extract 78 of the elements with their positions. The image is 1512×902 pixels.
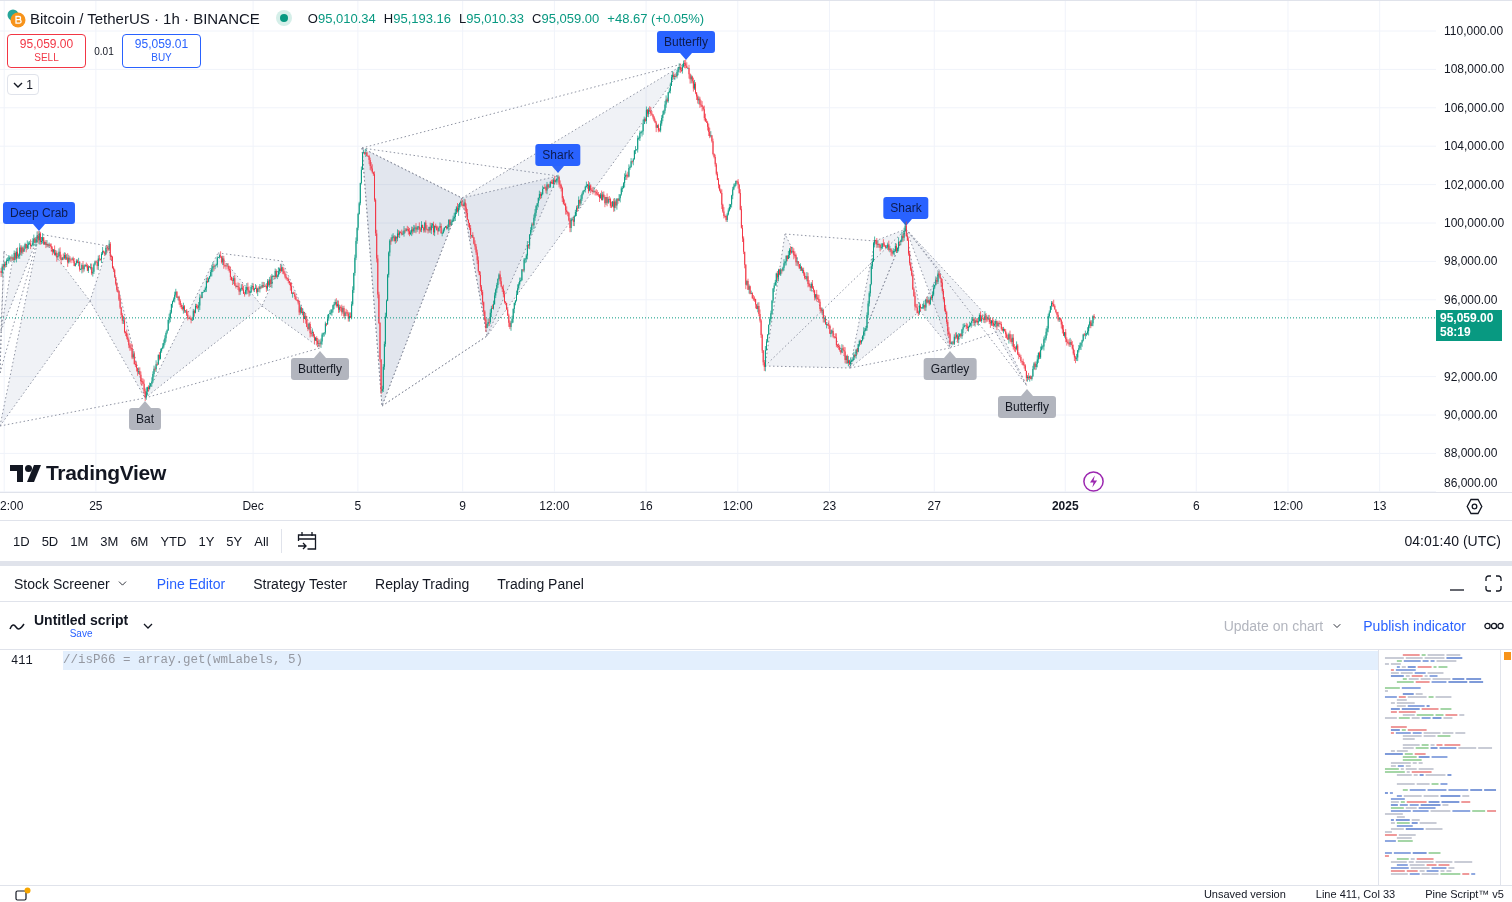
time-axis-label: 16 xyxy=(639,499,653,513)
price-axis-label: 96,000.00 xyxy=(1444,291,1498,308)
ohlc-value: 95,010.34 xyxy=(317,10,376,26)
calendar-icon[interactable] xyxy=(295,530,318,552)
chevron-down-icon xyxy=(13,81,24,88)
last-price: 95,059.00 xyxy=(1440,310,1495,325)
time-axis-label: 2025 xyxy=(1051,499,1079,513)
panel-tab[interactable]: Strategy Tester xyxy=(239,566,362,601)
status-dot-icon xyxy=(275,10,292,26)
price-axis-label: 92,000.00 xyxy=(1444,368,1498,385)
time-axis-label: 25 xyxy=(89,499,103,513)
price-axis-label: 102,000.00 xyxy=(1444,176,1505,193)
square-dot-icon[interactable] xyxy=(15,887,31,901)
coin-icon xyxy=(7,8,26,28)
ohlc-label: C xyxy=(532,10,542,26)
ohlc-value: 95,059.00 xyxy=(541,10,600,26)
time-range-button[interactable]: 6M xyxy=(124,528,155,554)
bar-countdown: 58:19 xyxy=(1440,324,1472,339)
time-range-button[interactable]: 5Y xyxy=(220,528,249,554)
symbol-title: Bitcoin / TetherUS · 1h · BINANCE xyxy=(30,9,260,27)
maximize-icon[interactable] xyxy=(1485,575,1502,592)
ohlc-label: H xyxy=(383,10,394,26)
price-axis-label: 108,000.00 xyxy=(1444,61,1505,78)
chevron-down-icon[interactable] xyxy=(143,622,154,629)
save-link[interactable]: Save xyxy=(69,628,93,639)
time-axis-label: 27 xyxy=(927,499,941,513)
more-icon[interactable] xyxy=(1484,621,1504,630)
time-axis-label: 23 xyxy=(822,499,837,513)
ohlc-value: 95,010.33 xyxy=(466,10,525,26)
settings-icon[interactable] xyxy=(1465,498,1483,515)
time-axis-label: 12:00 xyxy=(722,499,753,513)
price-axis-label: 86,000.00 xyxy=(1444,475,1498,491)
time-axis-label: 2:00 xyxy=(0,499,24,513)
logo-icon xyxy=(10,464,41,482)
price-axis-label: 106,000.00 xyxy=(1444,99,1505,116)
price-axis-label: 104,000.00 xyxy=(1444,138,1505,155)
panel-tab[interactable]: Trading Panel xyxy=(483,566,598,601)
scroll-marker-icon xyxy=(1504,652,1511,660)
panel-tab[interactable]: Replay Trading xyxy=(361,566,484,601)
time-range-button[interactable]: 1M xyxy=(64,528,95,554)
status-text: Unsaved version xyxy=(1203,888,1286,900)
time-axis-label: 13 xyxy=(1373,499,1387,513)
time-range-button[interactable]: 1Y xyxy=(192,528,221,554)
buy-button[interactable]: 95,059.01 BUY xyxy=(122,34,201,68)
logo-text: TradingView xyxy=(46,461,166,485)
price-axis-label: 90,000.00 xyxy=(1444,407,1498,423)
ohlc-label: O xyxy=(307,10,318,26)
editor-scrollbar[interactable] xyxy=(1500,650,1512,885)
ohlc-label: L xyxy=(459,10,467,26)
time-range-button[interactable]: 5D xyxy=(35,528,65,554)
spread-value: 0.01 xyxy=(93,45,115,57)
clock: 04:01:40 (UTC) xyxy=(1404,533,1501,549)
indicators-toggle-button[interactable]: 1 xyxy=(7,74,39,95)
ohlc-value: 95,193.16 xyxy=(393,10,451,26)
time-axis-label: 9 xyxy=(459,499,466,513)
panel-tab[interactable]: Pine Editor xyxy=(142,566,240,601)
time-axis-label: 12:00 xyxy=(539,499,570,513)
time-range-button[interactable]: 1D xyxy=(7,528,36,554)
time-axis-label: 6 xyxy=(1192,499,1200,513)
time-axis-label: 12:00 xyxy=(1272,499,1303,513)
price-axis-label: 88,000.00 xyxy=(1444,445,1498,462)
price-axis-label: 98,000.00 xyxy=(1444,253,1498,270)
price-change: +48.67 (+0.05%) xyxy=(607,10,705,26)
time-axis-label: Dec xyxy=(242,499,264,513)
panel-tab[interactable]: Stock Screener xyxy=(0,566,143,601)
script-title: Untitled script xyxy=(34,612,129,628)
sell-button[interactable]: 95,059.00 SELL xyxy=(7,34,86,68)
time-range-button[interactable]: 3M xyxy=(94,528,125,554)
publish-indicator-button[interactable]: Publish indicator xyxy=(1355,617,1474,634)
status-text: Pine Script™ v5 xyxy=(1425,888,1504,900)
lightning-icon[interactable] xyxy=(1083,471,1104,492)
time-axis-label: 5 xyxy=(354,499,362,513)
time-range-button[interactable]: YTD xyxy=(154,528,193,554)
line-number: 411 xyxy=(10,653,34,668)
time-range-button[interactable]: All xyxy=(248,528,275,554)
price-axis-label: 110,000.00 xyxy=(1444,23,1504,39)
status-text: Line 411, Col 33 xyxy=(1315,888,1396,900)
price-axis-label: 100,000.00 xyxy=(1444,215,1505,231)
